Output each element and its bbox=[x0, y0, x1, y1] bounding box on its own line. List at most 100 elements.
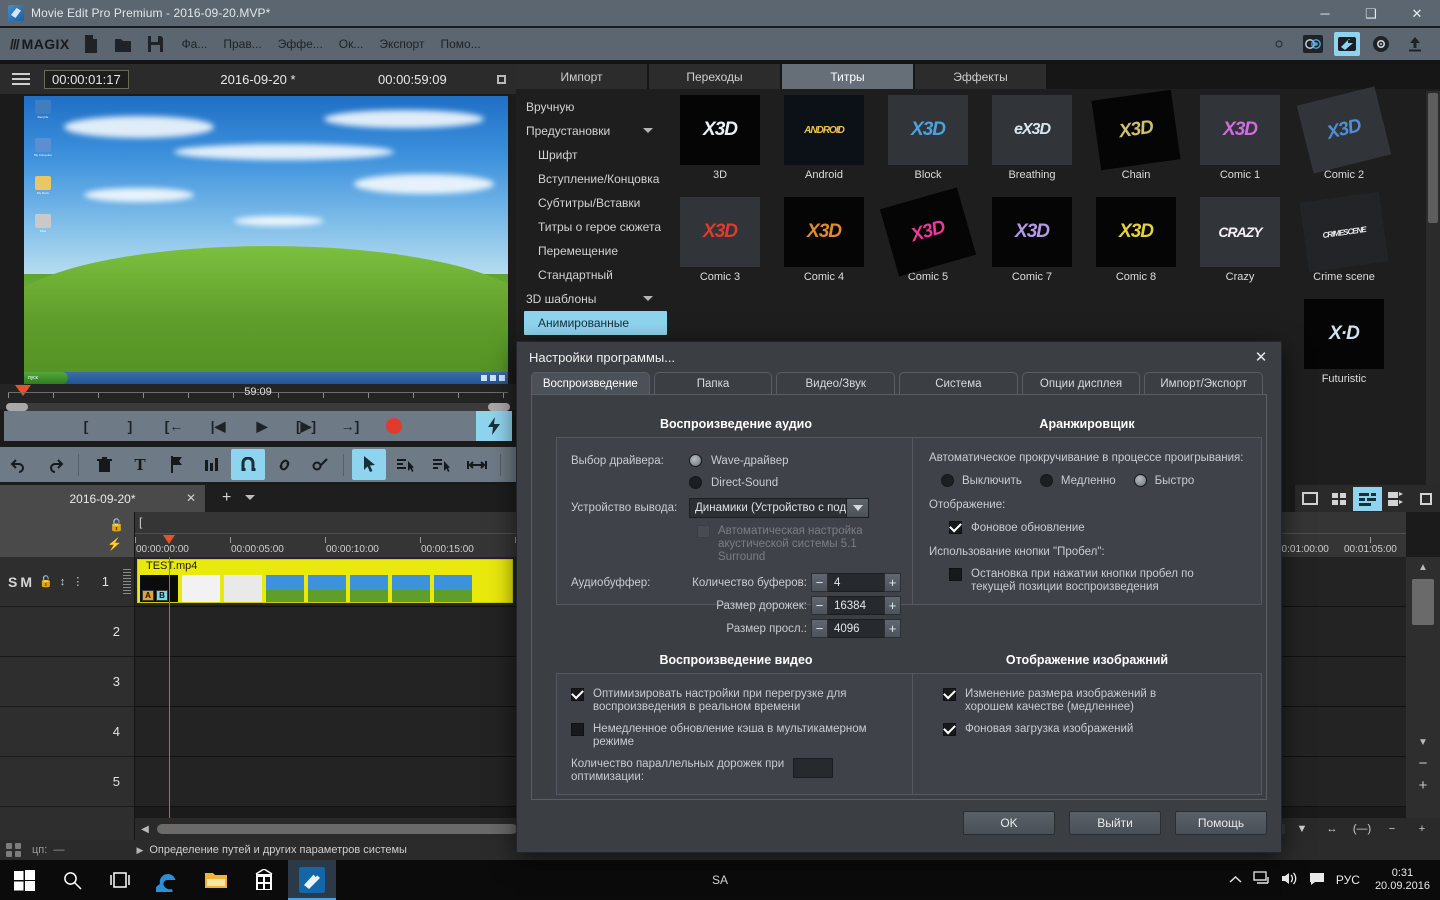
buffer-count-stepper[interactable]: − 4 + bbox=[811, 573, 901, 592]
language-indicator[interactable]: РУС bbox=[1336, 873, 1360, 887]
range-in-marker[interactable]: [ bbox=[139, 515, 142, 529]
upload-icon[interactable] bbox=[1402, 32, 1428, 56]
maximize-button[interactable]: ❑ bbox=[1348, 0, 1394, 26]
preview-size-stepper[interactable]: − 4096 + bbox=[811, 619, 901, 638]
sidebar-item-hero-titles[interactable]: Титры о герое сюжета bbox=[516, 215, 671, 239]
curve-mode-icon[interactable] bbox=[388, 449, 422, 480]
title-preset-comic-3[interactable]: X3D Comic 3 bbox=[680, 197, 760, 283]
track-size-value[interactable]: 16384 bbox=[828, 596, 884, 615]
redo-icon[interactable] bbox=[38, 449, 72, 480]
scroll-up-icon[interactable]: ▲ bbox=[1406, 557, 1440, 577]
menu-item-export[interactable]: Экспорт bbox=[379, 37, 424, 51]
radio-autoscroll-off[interactable] bbox=[941, 474, 954, 487]
store-icon[interactable] bbox=[240, 860, 288, 900]
burn-disc-icon[interactable] bbox=[1368, 32, 1394, 56]
playhead[interactable] bbox=[163, 535, 175, 818]
clip-ab-badges[interactable]: A B bbox=[142, 590, 168, 601]
sidebar-item-manual[interactable]: Вручную bbox=[516, 95, 671, 119]
jump-to-out-button[interactable]: →] bbox=[328, 411, 372, 441]
volume-icon[interactable] bbox=[1281, 871, 1298, 889]
monitor-menu-icon[interactable] bbox=[12, 72, 30, 86]
menu-item-effects[interactable]: Эффе... bbox=[278, 37, 323, 51]
radio-autoscroll-slow[interactable] bbox=[1039, 474, 1053, 487]
track-header[interactable]: SM 🔓 ↕ ⋮ 1 bbox=[0, 557, 134, 607]
sidebar-item-subtitles[interactable]: Субтитры/Вставки bbox=[516, 191, 671, 215]
radio-autoscroll-fast[interactable] bbox=[1133, 474, 1147, 487]
clip-badge-b[interactable]: B bbox=[156, 590, 168, 601]
dialog-tab-video-audio[interactable]: Видео/Звук bbox=[776, 372, 896, 394]
decrement-button[interactable]: − bbox=[811, 619, 828, 638]
increment-button[interactable]: + bbox=[884, 619, 901, 638]
exit-button[interactable]: Выйти bbox=[1069, 811, 1161, 835]
dialog-tab-folder[interactable]: Папка bbox=[653, 372, 773, 394]
menu-item-file[interactable]: Фа... bbox=[182, 37, 208, 51]
magix-edit-mode-icon[interactable] bbox=[1334, 32, 1360, 56]
zoom-in-button[interactable]: + bbox=[1408, 820, 1436, 838]
checkbox-auto-51[interactable] bbox=[697, 525, 710, 538]
close-button[interactable]: ✕ bbox=[1394, 0, 1440, 26]
radio-direct-sound[interactable] bbox=[689, 476, 702, 489]
chevron-down-icon[interactable] bbox=[643, 296, 653, 301]
quick-render-button[interactable] bbox=[476, 411, 512, 441]
scrollbar-thumb[interactable] bbox=[157, 824, 517, 834]
checkbox-space-stop[interactable] bbox=[949, 568, 962, 581]
sidebar-item-3d-templates[interactable]: 3D шаблоны bbox=[516, 287, 671, 311]
preview-monitor[interactable]: Recycle My Computer My Docs Files пуск bbox=[24, 96, 508, 384]
title-preset-3d[interactable]: X3D 3D bbox=[680, 95, 760, 181]
mode-dot-icon[interactable] bbox=[1266, 32, 1292, 56]
zoom-out-button[interactable]: − bbox=[1378, 820, 1406, 838]
tray-expand-icon[interactable] bbox=[1229, 873, 1242, 887]
ok-button[interactable]: OK bbox=[963, 811, 1055, 835]
track-header[interactable]: 3 bbox=[0, 657, 134, 707]
title-preset-futuristic[interactable]: X·D Futuristic bbox=[1304, 299, 1384, 385]
track-size-stepper[interactable]: − 16384 + bbox=[811, 596, 901, 615]
snap-magnet-icon[interactable] bbox=[231, 449, 265, 480]
increment-button[interactable]: + bbox=[884, 596, 901, 615]
program-settings-dialog[interactable]: Настройки программы... ✕ Воспроизведение… bbox=[516, 341, 1282, 853]
title-preset-block[interactable]: X3D Block bbox=[888, 95, 968, 181]
delete-icon[interactable] bbox=[87, 449, 121, 480]
record-button[interactable] bbox=[372, 411, 416, 441]
sidebar-item-font[interactable]: Шрифт bbox=[516, 143, 671, 167]
mouse-arrow-icon[interactable] bbox=[352, 449, 386, 480]
menu-item-edit[interactable]: Прав... bbox=[223, 37, 261, 51]
link-icon[interactable] bbox=[267, 449, 301, 480]
mark-out-button[interactable]: ] bbox=[108, 411, 152, 441]
title-tool-icon[interactable]: T bbox=[123, 449, 157, 480]
project-tab[interactable]: 2016-09-20* ✕ bbox=[0, 485, 205, 512]
chevron-down-icon[interactable] bbox=[245, 495, 255, 500]
title-preset-crime-scene[interactable]: CRIMESCENE Crime scene bbox=[1299, 191, 1389, 283]
scrollbar-thumb[interactable] bbox=[1428, 93, 1438, 223]
edge-browser-icon[interactable] bbox=[144, 860, 192, 900]
fit-selection-icon[interactable]: (—) bbox=[1348, 820, 1376, 838]
chevron-down-icon[interactable]: ▼ bbox=[1288, 820, 1316, 838]
tab-transitions[interactable]: Переходы bbox=[649, 64, 780, 89]
start-button[interactable] bbox=[0, 860, 48, 900]
dialog-tab-import-export[interactable]: Импорт/Экспорт bbox=[1144, 372, 1264, 394]
file-explorer-icon[interactable] bbox=[192, 860, 240, 900]
sidebar-item-animated[interactable]: Анимированные bbox=[524, 311, 667, 335]
title-preset-comic-4[interactable]: X3D Comic 4 bbox=[784, 197, 864, 283]
tab-effects[interactable]: Эффекты bbox=[915, 64, 1046, 89]
action-center-icon[interactable] bbox=[1309, 872, 1325, 889]
title-preset-comic-8[interactable]: X3D Comic 8 bbox=[1096, 197, 1176, 283]
title-preset-comic-2[interactable]: X3D Comic 2 bbox=[1296, 86, 1392, 181]
close-icon[interactable]: ✕ bbox=[186, 491, 196, 505]
scroll-down-icon[interactable]: ▼ bbox=[1406, 732, 1440, 752]
mark-in-button[interactable]: [ bbox=[64, 411, 108, 441]
checkbox-background-refresh[interactable] bbox=[949, 521, 962, 534]
sidebar-item-standard[interactable]: Стандартный bbox=[516, 263, 671, 287]
current-timecode[interactable]: 00:00:01:17 bbox=[44, 69, 129, 89]
monitor-scrubber[interactable]: 59:09 bbox=[0, 384, 516, 411]
media-pool-scrollbar[interactable] bbox=[1426, 91, 1440, 485]
lock-icon[interactable]: 🔓 bbox=[109, 518, 124, 532]
timeline-view-icon[interactable] bbox=[1353, 486, 1382, 511]
checkbox-optimize-realtime[interactable] bbox=[571, 688, 584, 701]
help-button[interactable]: Помощь bbox=[1175, 811, 1267, 835]
title-preset-crazy[interactable]: CRAZY Crazy bbox=[1200, 197, 1280, 283]
title-preset-comic-1[interactable]: X3D Comic 1 bbox=[1200, 95, 1280, 181]
preview-range-icon[interactable] bbox=[460, 449, 494, 480]
open-folder-icon[interactable] bbox=[112, 33, 134, 55]
dialog-tab-system[interactable]: Система bbox=[899, 372, 1018, 394]
radio-wave-driver[interactable] bbox=[689, 454, 702, 467]
